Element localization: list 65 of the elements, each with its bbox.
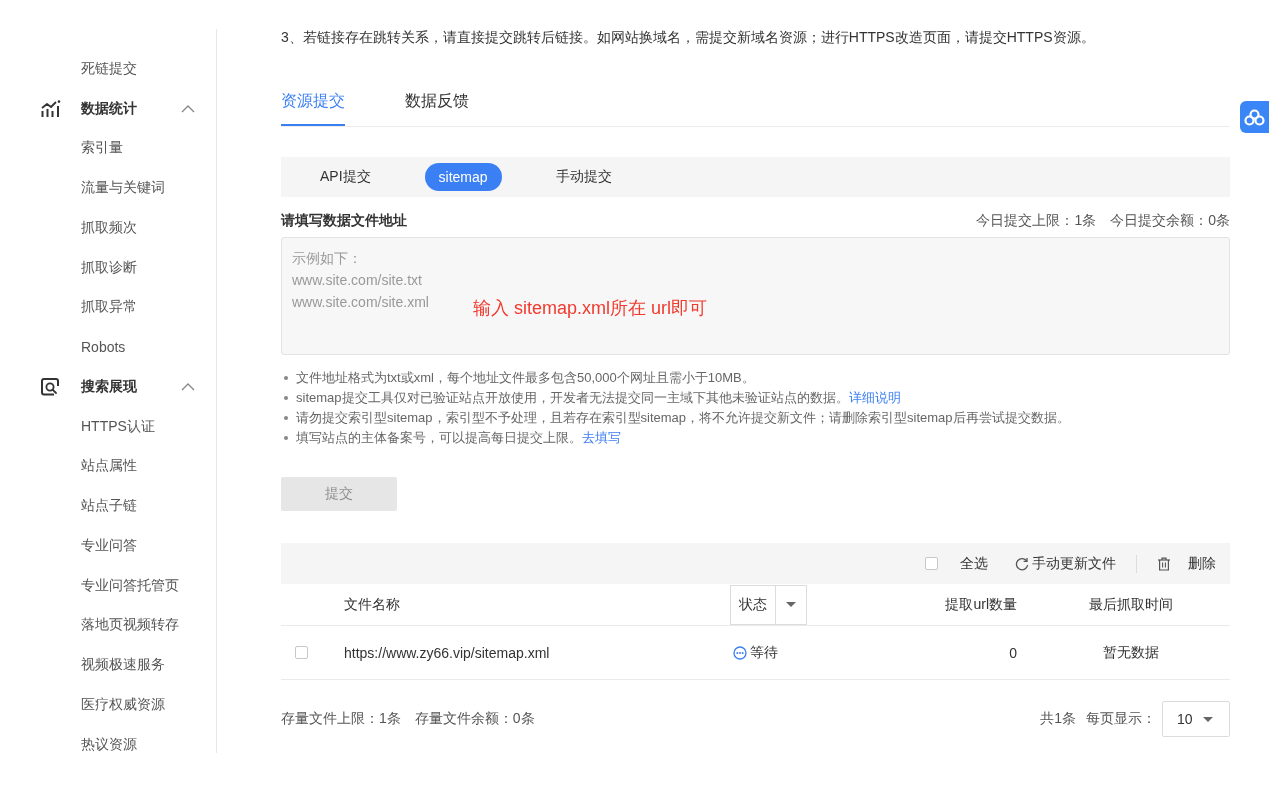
column-header: 提取url数量: [945, 595, 1017, 614]
sidebar-item[interactable]: 抓取频次: [0, 208, 216, 248]
sidebar-item[interactable]: 死链提交: [0, 49, 216, 89]
sidebar-item[interactable]: 热议资源: [0, 724, 216, 753]
sidebar-item[interactable]: Robots: [0, 327, 216, 367]
trash-icon: [1157, 556, 1171, 571]
floating-tool-button[interactable]: [1240, 101, 1269, 133]
sidebar-item[interactable]: HTTPS认证: [0, 406, 216, 447]
total-text: 共1条: [1040, 710, 1076, 728]
note-text: 文件地址格式为txt或xml，每个地址文件最多包含50,000个网址且需小于10MB。: [296, 369, 755, 387]
bullet-icon: [284, 396, 288, 400]
search-icon: [41, 377, 61, 396]
note-link[interactable]: 详细说明: [848, 390, 901, 405]
notice-text: 3、若链接存在跳转关系，请直接提交跳转后链接。如网站换域名，需提交新域名资源；进行HTTPS改造页面，请提交HTTPS资源。: [281, 28, 1096, 47]
ellipsis-circle-icon: [733, 645, 747, 660]
submit-method-tab[interactable]: 手动提交: [541, 163, 626, 191]
column-header: 文件名称: [344, 595, 400, 614]
status-filter-dropdown[interactable]: 状态: [730, 584, 807, 625]
storage-text: 存量文件余额：0条: [414, 710, 535, 728]
note-text: sitemap提交工具仅对已验证站点开放使用，开发者无法提交同一主域下其他未验证站点的数据。详细说明: [296, 389, 901, 407]
sidebar-item[interactable]: 站点属性: [0, 446, 216, 487]
sidebar-group-header[interactable]: 搜索展现: [0, 367, 216, 407]
sidebar-group-header[interactable]: 数据统计: [0, 88, 216, 129]
caret-down-icon: [1202, 716, 1213, 722]
bullet-icon: [284, 436, 288, 440]
sidebar-item[interactable]: 专业问答托管页: [0, 565, 216, 606]
sidebar-item[interactable]: 视频极速服务: [0, 645, 216, 685]
chart-icon: [41, 99, 61, 118]
checkbox[interactable]: [925, 557, 938, 570]
sidebar-item[interactable]: 流量与关键词: [0, 168, 216, 208]
bullet-icon: [284, 416, 288, 420]
submit-method-tab[interactable]: API提交: [306, 163, 385, 191]
submit-method-tab[interactable]: sitemap: [424, 163, 502, 191]
sidebar-item[interactable]: 索引量: [0, 128, 216, 169]
caret-down-icon: [786, 602, 796, 607]
sidebar-item[interactable]: 站点子链: [0, 486, 216, 526]
sidebar-item[interactable]: 落地页视频转存: [0, 605, 216, 646]
refresh-files-button[interactable]: 手动更新文件: [1015, 554, 1116, 573]
select-all-label[interactable]: 全选: [960, 554, 988, 573]
delete-button[interactable]: 删除: [1157, 554, 1216, 573]
note-text: 填写站点的主体备案号，可以提高每日提交上限。去填写: [296, 429, 621, 447]
page-size-label: 每页显示：: [1086, 710, 1156, 728]
quota-text: 今日提交余额：0条: [1110, 211, 1230, 230]
bullet-icon: [284, 376, 288, 380]
field-label: 请填写数据文件地址: [281, 211, 407, 230]
note-text: 请勿提交索引型sitemap，索引型不予处理，且若存在索引型sitemap，将不允许提交新文件；请删除索引型sitemap后再尝试提交数据。: [296, 409, 1070, 427]
file-url-text: https://www.zy66.vip/sitemap.xml: [344, 644, 550, 661]
page-size-select[interactable]: 10: [1162, 701, 1230, 737]
linked-circles-icon: [1244, 108, 1265, 126]
tab[interactable]: 数据反馈: [405, 80, 469, 126]
quota-text: 今日提交上限：1条: [976, 211, 1097, 230]
sidebar-item[interactable]: 专业问答: [0, 526, 216, 566]
sidebar-item[interactable]: 抓取异常: [0, 287, 216, 328]
annotation-text: 输入 sitemap.xml所在 url即可: [473, 297, 708, 320]
refresh-icon: [1015, 556, 1029, 571]
note-link[interactable]: 去填写: [582, 430, 621, 445]
status-text: 等待: [750, 643, 778, 662]
sidebar-item[interactable]: 医疗权威资源: [0, 685, 216, 725]
table-cell-text: 暂无数据: [1101, 643, 1159, 662]
column-header: 最后抓取时间: [1087, 595, 1173, 614]
storage-text: 存量文件上限：1条: [281, 710, 401, 728]
table-cell: 0: [1009, 644, 1017, 661]
tab[interactable]: 资源提交: [281, 80, 345, 126]
sidebar-item[interactable]: 抓取诊断: [0, 247, 216, 288]
checkbox[interactable]: [295, 646, 308, 659]
